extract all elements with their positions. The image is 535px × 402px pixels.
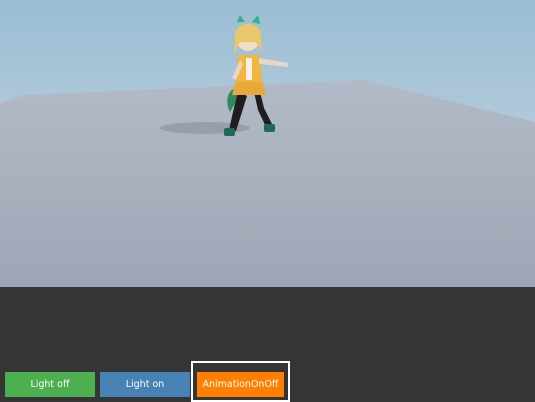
app-window: Light off Light on AnimationOnOff [0, 0, 535, 402]
animation-toggle-button[interactable]: AnimationOnOff [197, 372, 284, 397]
scene-render [0, 0, 535, 287]
3d-viewport[interactable] [0, 0, 535, 287]
floor-plane [0, 80, 535, 287]
light-on-button[interactable]: Light on [100, 372, 190, 397]
light-off-button[interactable]: Light off [5, 372, 95, 397]
